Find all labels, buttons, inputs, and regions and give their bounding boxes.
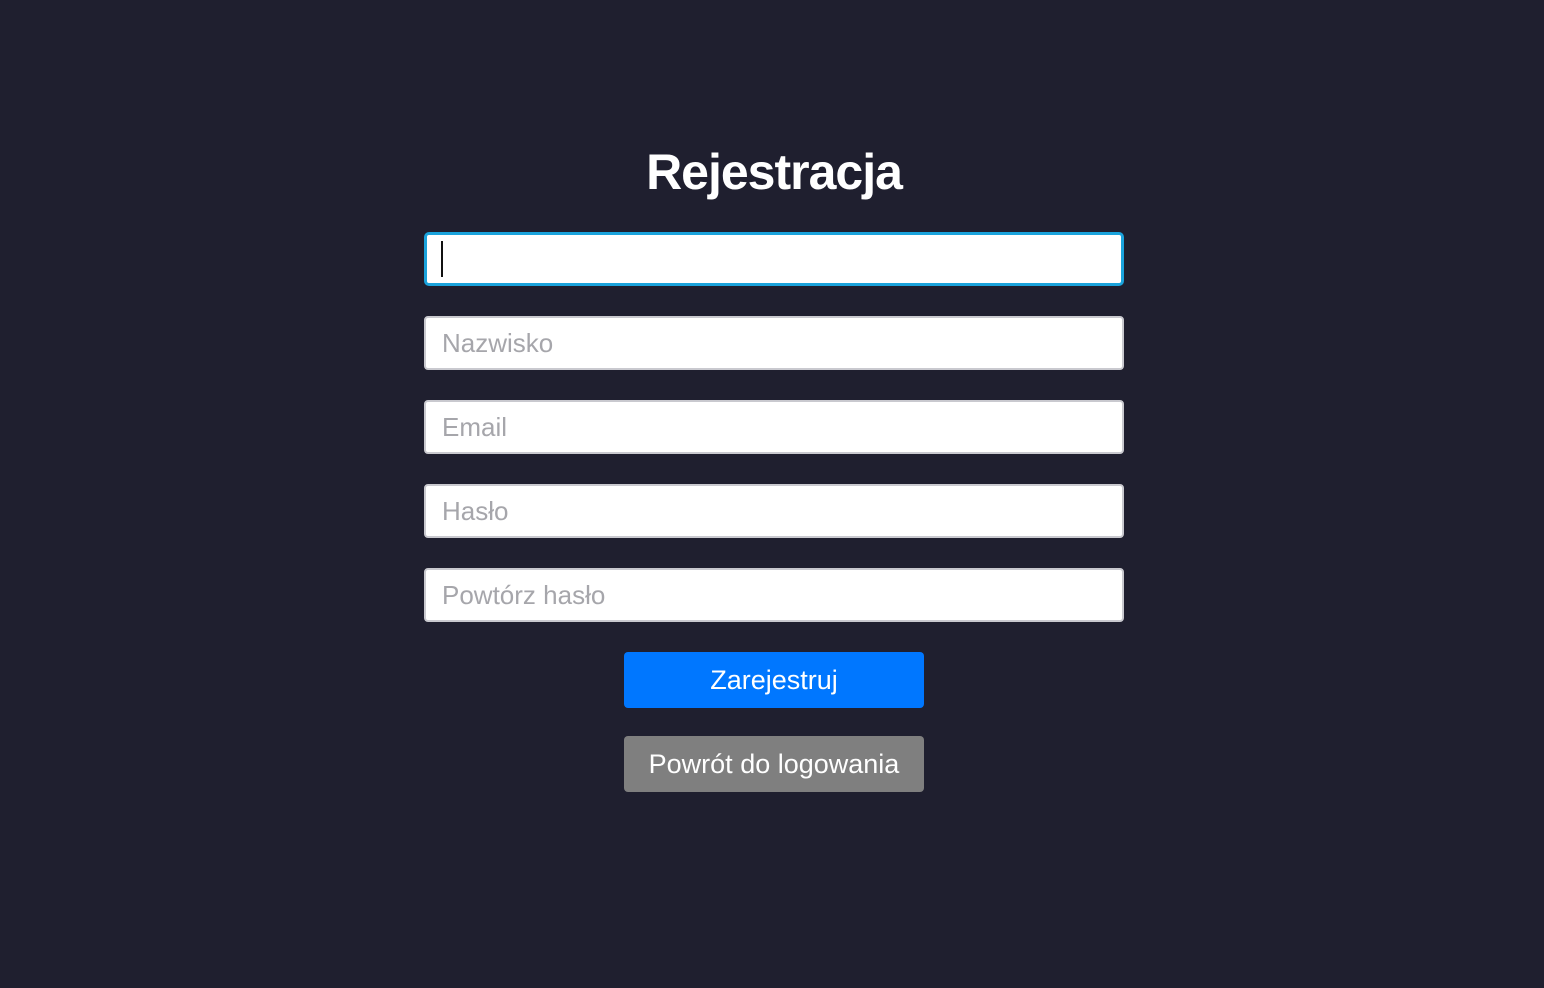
registration-page: Rejestracja Zarejestruj Powrót do logowa…: [0, 0, 1544, 988]
last-name-field[interactable]: [424, 316, 1124, 370]
repeat-password-field[interactable]: [424, 568, 1124, 622]
email-field[interactable]: [424, 400, 1124, 454]
register-button[interactable]: Zarejestruj: [624, 652, 924, 708]
page-title: Rejestracja: [646, 144, 903, 200]
registration-form: Rejestracja Zarejestruj Powrót do logowa…: [424, 140, 1124, 792]
back-to-login-button[interactable]: Powrót do logowania: [624, 736, 924, 792]
first-name-field[interactable]: [424, 232, 1124, 286]
first-name-field-wrapper: [424, 232, 1124, 286]
password-field[interactable]: [424, 484, 1124, 538]
text-caret: [441, 241, 443, 277]
